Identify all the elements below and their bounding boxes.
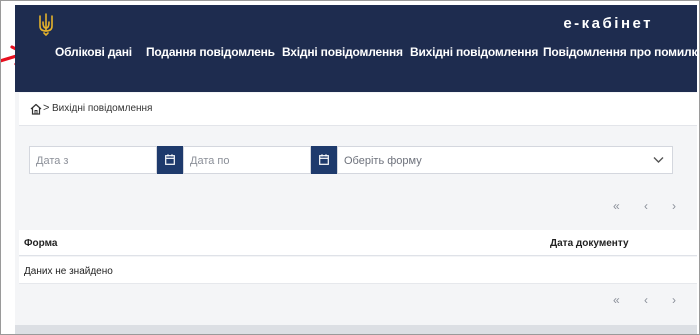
brand-title[interactable]: е-кабінет bbox=[563, 15, 653, 32]
date-to-input[interactable]: Дата по bbox=[183, 146, 311, 174]
footer-strip bbox=[15, 325, 697, 334]
nav-item-submit-messages[interactable]: Подання повідомлень bbox=[146, 45, 275, 59]
chevron-down-icon bbox=[653, 157, 664, 163]
nav-item-error-messages[interactable]: Повідомлення про помилку bbox=[543, 45, 697, 59]
table-row: Даних не знайдено bbox=[19, 257, 697, 284]
form-select[interactable]: Оберіть форму bbox=[337, 146, 673, 174]
breadcrumb-current: Вихідні повідомлення bbox=[52, 103, 153, 114]
date-to-placeholder: Дата по bbox=[190, 155, 230, 167]
date-from-placeholder: Дата з bbox=[36, 155, 69, 167]
nav-item-account-data[interactable]: Облікові дані bbox=[55, 45, 132, 59]
screenshot-frame: е-кабінет Облікові дані Подання повідомл… bbox=[0, 0, 700, 335]
main-nav: Облікові дані Подання повідомлень Вхідні… bbox=[15, 45, 697, 67]
calendar-icon bbox=[165, 154, 175, 165]
home-icon[interactable] bbox=[30, 103, 42, 115]
table-header: Форма Дата документу bbox=[19, 230, 697, 256]
date-from-calendar-button[interactable] bbox=[157, 146, 183, 174]
calendar-icon bbox=[319, 154, 329, 165]
app-window: е-кабінет Облікові дані Подання повідомл… bbox=[15, 5, 697, 334]
prev-page-button[interactable]: ‹ bbox=[644, 199, 648, 213]
next-page-button[interactable]: › bbox=[672, 199, 676, 213]
pagination-bottom: « ‹ › bbox=[15, 293, 697, 311]
column-header-document-date[interactable]: Дата документу bbox=[550, 238, 629, 249]
empty-message: Даних не знайдено bbox=[24, 266, 113, 277]
column-header-form[interactable]: Форма bbox=[24, 238, 57, 249]
pagination-top: « ‹ › bbox=[15, 199, 697, 217]
trident-icon[interactable] bbox=[37, 12, 55, 36]
next-page-button[interactable]: › bbox=[672, 293, 676, 307]
breadcrumb-separator: > bbox=[43, 102, 50, 114]
date-to-calendar-button[interactable] bbox=[311, 146, 337, 174]
prev-page-button[interactable]: ‹ bbox=[644, 293, 648, 307]
nav-item-inbox-messages[interactable]: Вхідні повідомлення bbox=[282, 45, 403, 59]
nav-item-outgoing-messages[interactable]: Вихідні повідомлення bbox=[410, 45, 538, 59]
breadcrumb: > Вихідні повідомлення bbox=[19, 93, 697, 126]
filter-bar: Дата з Дата по Оберіть форму bbox=[29, 146, 673, 174]
top-header: е-кабінет Облікові дані Подання повідомл… bbox=[15, 5, 697, 92]
form-select-placeholder: Оберіть форму bbox=[344, 155, 422, 167]
first-page-button[interactable]: « bbox=[613, 293, 620, 307]
first-page-button[interactable]: « bbox=[613, 199, 620, 213]
date-from-input[interactable]: Дата з bbox=[29, 146, 157, 174]
